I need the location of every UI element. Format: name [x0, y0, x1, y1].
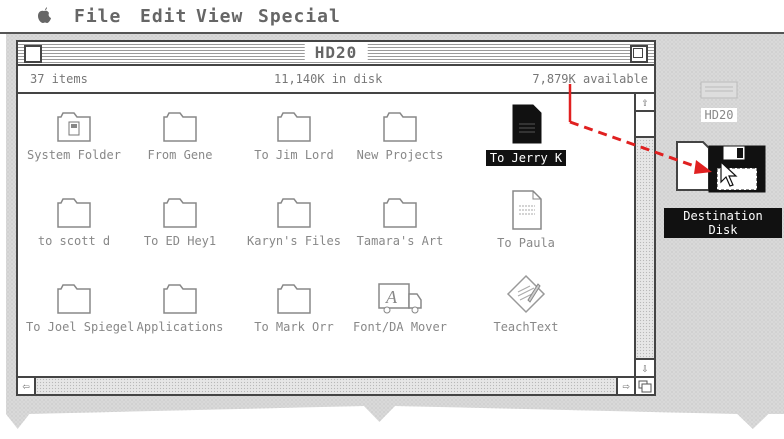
- icon-label: To Mark Orr: [254, 320, 334, 334]
- icon-label: Tamara's Art: [356, 234, 444, 248]
- icon-to-scott-d[interactable]: to scott d: [26, 198, 122, 249]
- close-box-icon[interactable]: [24, 45, 42, 63]
- horizontal-scrollbar[interactable]: ⇦ ⇨: [18, 376, 634, 394]
- size-box-icon[interactable]: [634, 376, 654, 394]
- icon-label: TeachText: [493, 320, 559, 334]
- folder-icon: [277, 198, 311, 228]
- icon-applications[interactable]: Applications: [132, 284, 228, 335]
- menu-edit[interactable]: Edit: [140, 6, 187, 27]
- document-icon: [512, 104, 542, 144]
- icon-tamaras-art[interactable]: Tamara's Art: [352, 198, 448, 249]
- menu-file[interactable]: File: [74, 6, 121, 27]
- window-content: System Folder From Gene To Jim Lord New …: [18, 94, 634, 376]
- icon-new-projects[interactable]: New Projects: [352, 112, 448, 163]
- icon-to-joel-spiegel[interactable]: To Joel Spiegel: [26, 284, 134, 335]
- icon-label: Font/DA Mover: [353, 320, 447, 334]
- folder-icon: [383, 198, 417, 228]
- icon-font-da-mover[interactable]: A Font/DA Mover: [352, 280, 448, 335]
- icon-to-paula[interactable]: To Paula: [478, 190, 574, 251]
- disk-usage: 11,140K in disk: [274, 72, 383, 86]
- scroll-right-arrow-icon[interactable]: ⇨: [616, 378, 634, 394]
- folder-icon: [277, 112, 311, 142]
- menu-special[interactable]: Special: [258, 6, 341, 27]
- window-title: HD20: [304, 43, 368, 62]
- folder-icon: [163, 198, 197, 228]
- scroll-up-arrow-icon[interactable]: ⇧: [636, 94, 654, 112]
- apple-menu-icon[interactable]: [36, 6, 52, 24]
- disk-available: 7,879K available: [532, 72, 648, 86]
- finder-window-hd20: HD20 37 items 11,140K in disk 7,879K ava…: [16, 40, 656, 396]
- window-title-bar[interactable]: HD20: [18, 42, 654, 66]
- icon-label: From Gene: [147, 148, 213, 162]
- icon-label: to scott d: [37, 234, 111, 248]
- scroll-down-arrow-icon[interactable]: ⇩: [636, 358, 654, 376]
- icon-to-jerry-k[interactable]: To Jerry K: [478, 104, 574, 166]
- icon-from-gene[interactable]: From Gene: [132, 112, 228, 163]
- icon-label: To Paula: [497, 236, 555, 250]
- scroll-left-arrow-icon[interactable]: ⇦: [18, 378, 36, 394]
- icon-label: To Joel Spiegel: [26, 320, 135, 334]
- icon-system-folder[interactable]: System Folder: [26, 112, 122, 163]
- icon-to-ed-hey1[interactable]: To ED Hey1: [132, 198, 228, 249]
- icon-label: New Projects: [356, 148, 444, 162]
- icon-label: To Jim Lord: [254, 148, 334, 162]
- item-count: 37 items: [30, 72, 88, 86]
- folder-icon: [383, 112, 417, 142]
- teachtext-icon: [506, 274, 546, 314]
- floppy-disk-icon: [676, 141, 766, 193]
- menu-view[interactable]: View: [196, 6, 243, 27]
- icon-label: To ED Hey1: [143, 234, 217, 248]
- icon-karyns-files[interactable]: Karyn's Files: [246, 198, 342, 249]
- folder-icon: [163, 112, 197, 142]
- hard-disk-icon: [700, 81, 738, 99]
- font-da-mover-icon: A: [378, 283, 422, 314]
- icon-to-mark-orr[interactable]: To Mark Orr: [246, 284, 342, 335]
- folder-icon: [57, 284, 91, 314]
- folder-icon: [277, 284, 311, 314]
- desktop-destination-disk[interactable]: Destination Disk: [664, 140, 782, 238]
- icon-label: Applications: [136, 320, 224, 334]
- system-folder-icon: [57, 112, 91, 142]
- zoom-box-icon[interactable]: [630, 45, 648, 63]
- desktop-destination-label: Destination Disk: [664, 208, 782, 238]
- icon-label: Karyn's Files: [247, 234, 341, 248]
- folder-icon: [57, 198, 91, 228]
- folder-icon: [163, 284, 197, 314]
- icon-label: To Jerry K: [485, 150, 567, 166]
- icon-to-jim-lord[interactable]: To Jim Lord: [246, 112, 342, 163]
- icon-label: System Folder: [27, 148, 121, 162]
- window-info-bar: 37 items 11,140K in disk 7,879K availabl…: [18, 66, 654, 94]
- document-icon: [512, 190, 542, 230]
- svg-text:A: A: [385, 287, 398, 307]
- menu-bar: File Edit View Special: [0, 0, 784, 34]
- desktop-hd20-disk[interactable]: HD20: [684, 80, 754, 123]
- vertical-scroll-thumb[interactable]: [636, 112, 654, 138]
- icon-teachtext[interactable]: TeachText: [478, 274, 574, 335]
- vertical-scrollbar[interactable]: ⇧ ⇩: [634, 94, 654, 376]
- desktop-hd20-label: HD20: [700, 108, 738, 122]
